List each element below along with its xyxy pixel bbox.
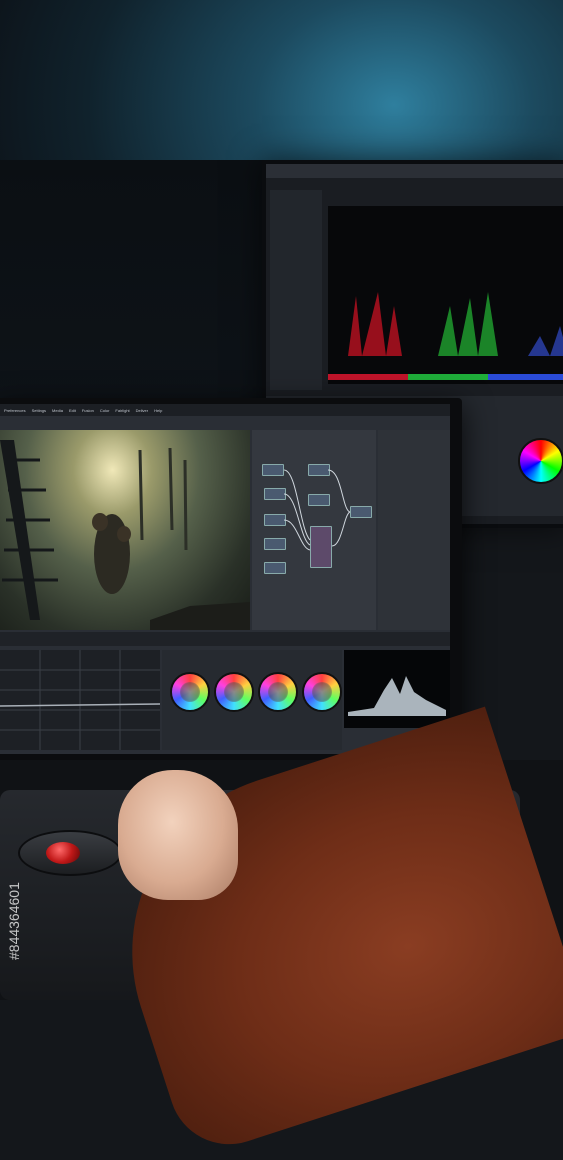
menu-item[interactable]: Edit — [69, 408, 76, 413]
menu-item[interactable]: Help — [154, 408, 162, 413]
gain-wheel-icon[interactable] — [258, 672, 298, 712]
menu-item[interactable]: Preferences — [4, 408, 26, 413]
back-monitor-scope-viewer — [328, 206, 563, 384]
app-menubar: Preferences Settings Media Edit Fusion C… — [0, 404, 450, 416]
scope-panel — [0, 650, 161, 750]
menu-item[interactable]: Media — [52, 408, 63, 413]
menu-item[interactable]: Fusion — [82, 408, 94, 413]
menu-item[interactable]: Deliver — [136, 408, 148, 413]
node-connections — [283, 469, 351, 551]
stock-id: #844364601 — [6, 882, 22, 960]
offset-wheel-icon[interactable] — [302, 672, 342, 712]
front-monitor: Preferences Settings Media Edit Fusion C… — [0, 398, 462, 768]
scope-grid — [0, 650, 161, 750]
lift-wheel-icon[interactable] — [170, 672, 210, 712]
rgb-parade-scope — [328, 292, 563, 380]
menu-item[interactable]: Fairlight — [115, 408, 129, 413]
back-monitor-left-panel — [270, 190, 322, 390]
hand — [118, 770, 238, 900]
node-editor[interactable] — [252, 430, 376, 630]
grading-toolbar[interactable] — [0, 632, 450, 646]
video-viewer[interactable] — [0, 430, 250, 630]
back-monitor-menubar — [266, 164, 563, 178]
color-wheels-panel[interactable] — [162, 650, 342, 750]
menu-item[interactable]: Settings — [32, 408, 46, 413]
film-frame — [0, 440, 250, 630]
waveform-graphic — [348, 676, 446, 716]
color-grading-app: Preferences Settings Media Edit Fusion C… — [0, 404, 450, 754]
waveform-scope — [344, 650, 450, 728]
left-trackball[interactable] — [46, 842, 80, 864]
inspector-panel[interactable] — [378, 430, 450, 630]
menu-item[interactable]: Color — [100, 408, 110, 413]
photo-scene: Preferences Settings Media Edit Fusion C… — [0, 0, 563, 1160]
color-wheel-icon — [518, 438, 563, 484]
gamma-wheel-icon[interactable] — [214, 672, 254, 712]
